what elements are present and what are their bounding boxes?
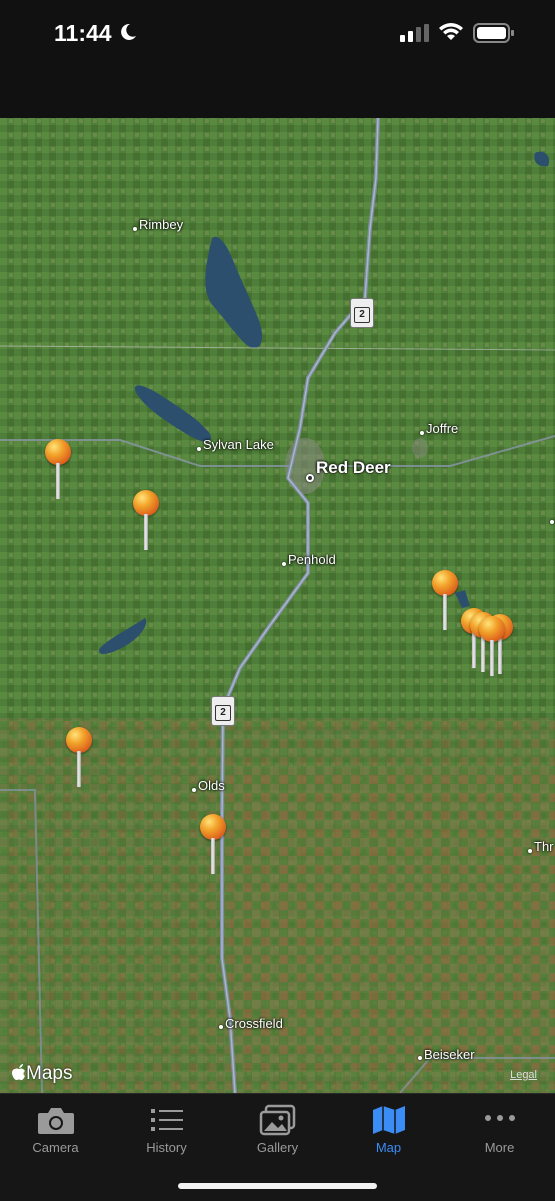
- camera-icon: [37, 1108, 74, 1134]
- highway-shield: 2: [350, 298, 374, 328]
- town-dot: [192, 788, 196, 792]
- satellite-map: [0, 118, 555, 1093]
- wifi-icon: [439, 23, 463, 40]
- tab-gallery[interactable]: Gallery: [222, 1094, 333, 1164]
- gallery-icon: [259, 1104, 295, 1136]
- tab-history[interactable]: History: [111, 1094, 222, 1164]
- town-dot: [133, 227, 137, 231]
- list-icon: [150, 1109, 183, 1131]
- status-bar: 11:44: [0, 0, 555, 118]
- tab-label: Map: [375, 1140, 402, 1155]
- maps-attribution: Maps: [12, 1063, 72, 1085]
- highway-shield: 2: [211, 696, 235, 726]
- more-icon: [484, 1115, 515, 1121]
- map-pin[interactable]: [432, 570, 458, 632]
- status-time: 11:44: [54, 20, 112, 46]
- map-pin[interactable]: [200, 814, 226, 876]
- tab-map[interactable]: Map: [333, 1094, 444, 1164]
- tab-label: Gallery: [256, 1140, 299, 1155]
- tab-label: History: [146, 1140, 187, 1155]
- map-icon: [372, 1106, 405, 1134]
- label-three-hills: Thr: [534, 839, 554, 854]
- town-dot: [528, 849, 532, 853]
- moon-icon: [121, 23, 136, 40]
- tab-more[interactable]: More: [444, 1094, 555, 1164]
- label-red-deer: Red Deer: [316, 458, 391, 477]
- maps-brand-label: Maps: [26, 1063, 73, 1084]
- town-dot: [550, 520, 554, 524]
- tab-label: More: [484, 1140, 515, 1155]
- tab-camera[interactable]: Camera: [0, 1094, 111, 1164]
- town-dot: [420, 431, 424, 435]
- label-rimbey: Rimbey: [139, 217, 184, 232]
- map-pin[interactable]: [133, 490, 159, 552]
- label-joffre: Joffre: [426, 421, 459, 436]
- map-pin[interactable]: [479, 616, 505, 678]
- town-dot: [282, 562, 286, 566]
- city-dot: [306, 474, 314, 482]
- label-penhold: Penhold: [288, 552, 336, 567]
- cellular-signal-icon: [400, 24, 429, 42]
- map-pin[interactable]: [66, 727, 92, 789]
- map-view[interactable]: Rimbey Sylvan Lake Red Deer Joffre Penho…: [0, 118, 555, 1093]
- legal-link[interactable]: Legal: [510, 1069, 537, 1081]
- label-sylvan-lake: Sylvan Lake: [203, 437, 274, 452]
- apple-logo-icon: [12, 1064, 25, 1080]
- map-pin[interactable]: [45, 439, 71, 501]
- town-dot: [418, 1056, 422, 1060]
- town-dot: [219, 1025, 223, 1029]
- label-beiseker: Beiseker: [424, 1047, 475, 1062]
- battery-icon: [473, 23, 514, 43]
- label-crossfield: Crossfield: [225, 1016, 283, 1031]
- tab-label: Camera: [32, 1140, 79, 1155]
- home-indicator[interactable]: [178, 1183, 377, 1189]
- town-dot: [197, 447, 201, 451]
- label-olds: Olds: [198, 778, 225, 793]
